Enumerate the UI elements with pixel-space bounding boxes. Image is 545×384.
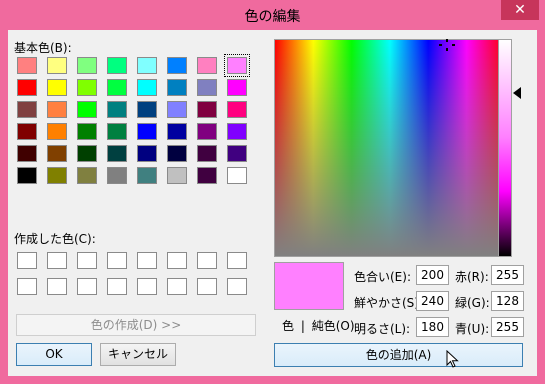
red-field[interactable]: 255 [491, 265, 524, 285]
green-label: 緑(G): [455, 296, 490, 310]
dialog-body: 基本色(B): 作成した色(C): 色の作成(D) >> OK キャンセル 色 … [8, 30, 537, 376]
custom-color-swatch[interactable] [77, 252, 97, 269]
basic-color-swatch[interactable] [227, 123, 247, 140]
basic-color-swatch[interactable] [197, 145, 217, 162]
custom-color-swatch[interactable] [47, 278, 67, 295]
custom-color-swatch[interactable] [137, 278, 157, 295]
title-bar[interactable]: 色の編集 ✕ [0, 0, 545, 30]
basic-color-swatch[interactable] [137, 57, 157, 74]
define-custom-colors-button[interactable]: 色の作成(D) >> [16, 314, 256, 336]
custom-color-swatch[interactable] [197, 278, 217, 295]
basic-color-swatch[interactable] [47, 145, 67, 162]
basic-color-swatch[interactable] [77, 101, 97, 118]
basic-color-swatch[interactable] [197, 57, 217, 74]
basic-color-swatch[interactable] [17, 123, 37, 140]
saturation-label: 鮮やかさ(S): [354, 296, 424, 310]
basic-color-swatch[interactable] [107, 79, 127, 96]
basic-color-swatch[interactable] [17, 167, 37, 184]
crosshair-icon [439, 39, 455, 51]
basic-color-swatch[interactable] [107, 101, 127, 118]
color-spectrum[interactable] [274, 39, 506, 257]
custom-color-swatch[interactable] [17, 252, 37, 269]
custom-color-swatch[interactable] [137, 252, 157, 269]
custom-color-swatch[interactable] [107, 278, 127, 295]
basic-color-swatch[interactable] [197, 123, 217, 140]
custom-colors-label: 作成した色(C): [14, 232, 96, 246]
custom-color-swatch[interactable] [47, 252, 67, 269]
solid-color-label[interactable]: 純色(O) [312, 319, 355, 333]
basic-color-swatch[interactable] [17, 79, 37, 96]
separator: | [300, 319, 305, 333]
basic-color-swatch[interactable] [77, 123, 97, 140]
basic-color-swatch[interactable] [47, 167, 67, 184]
basic-color-swatch[interactable] [167, 57, 187, 74]
basic-color-swatch[interactable] [167, 167, 187, 184]
luminosity-label: 明るさ(L): [354, 322, 411, 336]
basic-color-swatch[interactable] [77, 57, 97, 74]
basic-color-swatch[interactable] [137, 167, 157, 184]
red-label: 赤(R): [455, 270, 489, 284]
basic-color-swatch[interactable] [167, 145, 187, 162]
saturation-field[interactable]: 240 [416, 291, 449, 311]
custom-color-swatch[interactable] [167, 252, 187, 269]
basic-colors-label: 基本色(B): [14, 41, 72, 55]
basic-color-swatch[interactable] [17, 145, 37, 162]
basic-color-swatch[interactable] [227, 167, 247, 184]
basic-color-swatch[interactable] [167, 79, 187, 96]
basic-color-swatch[interactable] [227, 79, 247, 96]
basic-color-swatch[interactable] [197, 79, 217, 96]
basic-color-swatch[interactable] [137, 145, 157, 162]
custom-color-swatch[interactable] [197, 252, 217, 269]
basic-color-swatch[interactable] [107, 57, 127, 74]
basic-color-swatch[interactable] [167, 123, 187, 140]
add-to-custom-colors-button[interactable]: 色の追加(A) [274, 343, 523, 367]
basic-color-swatch[interactable] [17, 101, 37, 118]
basic-color-swatch[interactable] [17, 57, 37, 74]
window-title: 色の編集 [244, 9, 301, 25]
basic-color-swatch[interactable] [107, 145, 127, 162]
basic-color-swatch[interactable] [47, 57, 67, 74]
custom-color-swatch[interactable] [227, 278, 247, 295]
basic-color-swatch[interactable] [77, 79, 97, 96]
basic-color-swatch[interactable] [47, 123, 67, 140]
cancel-button[interactable]: キャンセル [100, 343, 176, 366]
blue-field[interactable]: 255 [491, 317, 524, 337]
basic-color-swatch[interactable] [227, 145, 247, 162]
color-label: 色 [282, 319, 295, 333]
basic-color-swatch[interactable] [107, 123, 127, 140]
solid-color-labels: 色 | 純色(O) [282, 317, 355, 334]
basic-color-swatch[interactable] [227, 101, 247, 118]
close-button[interactable]: ✕ [501, 0, 539, 20]
green-field[interactable]: 128 [491, 291, 524, 311]
luminosity-slider-arrow-icon[interactable] [513, 87, 521, 99]
hue-label: 色合い(E): [354, 270, 411, 284]
basic-color-swatch[interactable] [47, 79, 67, 96]
luminosity-bar[interactable] [498, 39, 512, 257]
basic-color-swatch[interactable] [197, 167, 217, 184]
custom-color-swatch[interactable] [227, 252, 247, 269]
basic-color-swatch[interactable] [137, 101, 157, 118]
luminosity-field[interactable]: 180 [416, 317, 449, 337]
custom-color-swatch[interactable] [17, 278, 37, 295]
basic-color-swatch[interactable] [167, 101, 187, 118]
basic-color-swatch[interactable] [197, 101, 217, 118]
basic-color-swatch[interactable] [137, 123, 157, 140]
custom-color-swatch[interactable] [107, 252, 127, 269]
hue-field[interactable]: 200 [416, 265, 449, 285]
color-solid-preview [274, 262, 344, 310]
basic-color-swatch[interactable] [224, 54, 250, 77]
basic-color-swatch[interactable] [47, 101, 67, 118]
blue-label: 青(U): [455, 322, 490, 336]
edit-colors-dialog: 色の編集 ✕ 基本色(B): 作成した色(C): 色の作成(D) >> OK キ… [0, 0, 545, 384]
basic-color-swatch[interactable] [77, 167, 97, 184]
custom-color-swatch[interactable] [167, 278, 187, 295]
basic-color-swatch[interactable] [77, 145, 97, 162]
mouse-cursor-icon [446, 350, 459, 368]
ok-button[interactable]: OK [16, 343, 92, 366]
basic-color-swatch[interactable] [137, 79, 157, 96]
basic-color-swatch[interactable] [107, 167, 127, 184]
custom-color-swatch[interactable] [77, 278, 97, 295]
